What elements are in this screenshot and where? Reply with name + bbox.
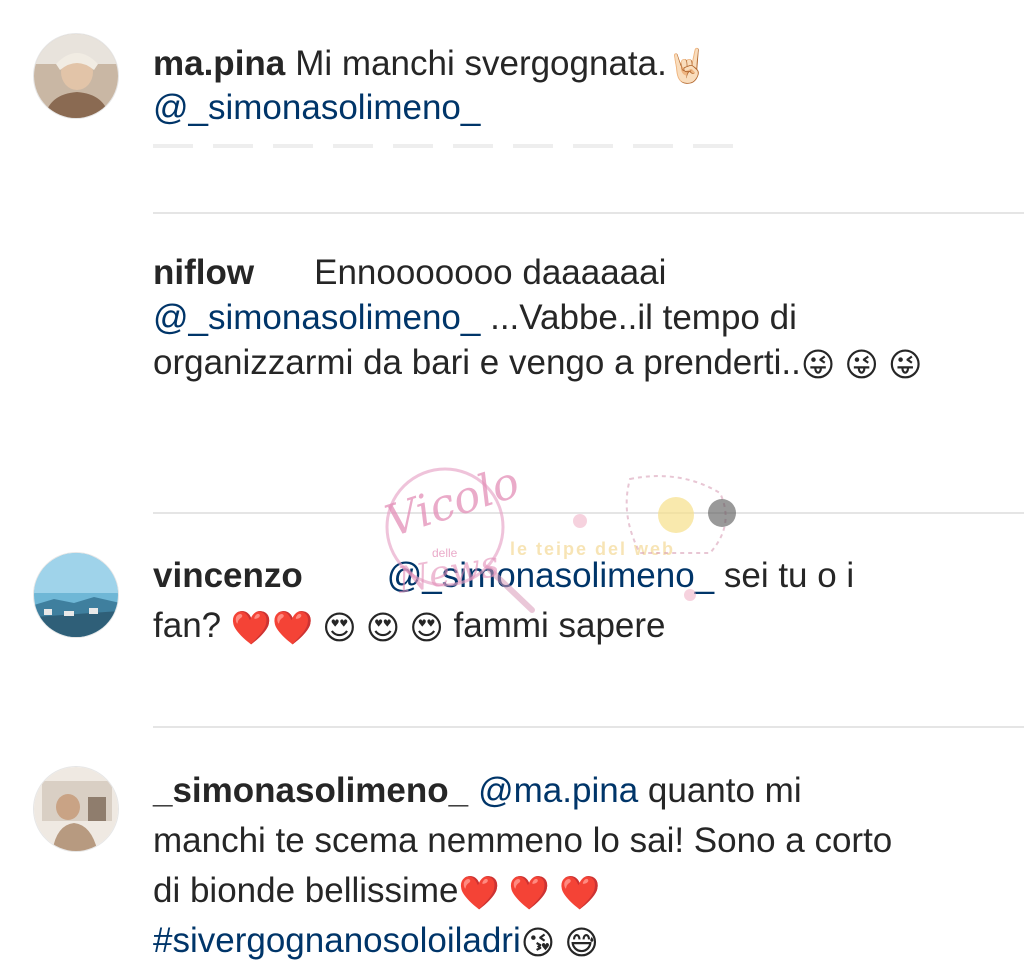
avatar[interactable] <box>33 766 119 852</box>
rock-hand-emoji-icon: 🤘🏻 <box>666 47 708 84</box>
comment-mention[interactable]: @ma.pina <box>478 771 638 810</box>
divider <box>153 726 1024 728</box>
comment-username[interactable]: niflow <box>153 253 254 292</box>
comment-text-end: fammi sapere <box>453 606 666 645</box>
divider <box>153 512 1024 514</box>
comment-body: _simonasolimeno_ @ma.pina quanto mi manch… <box>153 766 924 966</box>
comment-body: ma.pina Mi manchi svergognata.🤘🏻 @_simona… <box>153 42 924 130</box>
comment-hashtag[interactable]: #sivergognanosoloiladri <box>153 921 521 960</box>
avatar-image-icon <box>34 34 118 118</box>
comment-text: Mi manchi svergognata. <box>295 44 667 83</box>
red-heart-emoji-icon: ❤️ ❤️ ❤️ <box>458 874 601 911</box>
avatar-image-icon <box>34 767 118 851</box>
comment-body: niflow Ennooooooo daaaaaai @_simonasolime… <box>153 250 924 385</box>
avatar[interactable] <box>33 33 119 119</box>
comment-body: vincenzo @_simonasolimeno_ sei tu o i fan… <box>153 551 924 651</box>
winking-tongue-emoji-icon: 😜 😜 😜 <box>800 346 923 383</box>
avatar-image-icon <box>34 553 118 637</box>
watermark-script-text: Vicolo <box>380 465 526 547</box>
comments-screen: ma.pina Mi manchi svergognata.🤘🏻 @_simona… <box>0 0 1024 968</box>
comment-username[interactable]: ma.pina <box>153 44 285 83</box>
kiss-and-sweat-smile-emoji-icon: 😘 😅 <box>520 924 599 961</box>
divider <box>153 212 1024 214</box>
heart-and-heart-eyes-emoji-icon: ❤️❤️ 😍 😍 😍 <box>230 609 444 646</box>
comment-text-start: Ennooooooo daaaaaai <box>314 253 667 292</box>
comment-username[interactable]: _simonasolimeno_ <box>153 771 468 810</box>
comment-mention[interactable]: @_simonasolimeno_ <box>153 88 480 127</box>
avatar[interactable] <box>33 552 119 638</box>
comment-username[interactable]: vincenzo <box>153 556 303 595</box>
faded-meta-row <box>153 144 733 148</box>
comment-mention[interactable]: @_simonasolimeno_ <box>153 298 480 337</box>
comment-mention[interactable]: @_simonasolimeno_ <box>387 556 714 595</box>
